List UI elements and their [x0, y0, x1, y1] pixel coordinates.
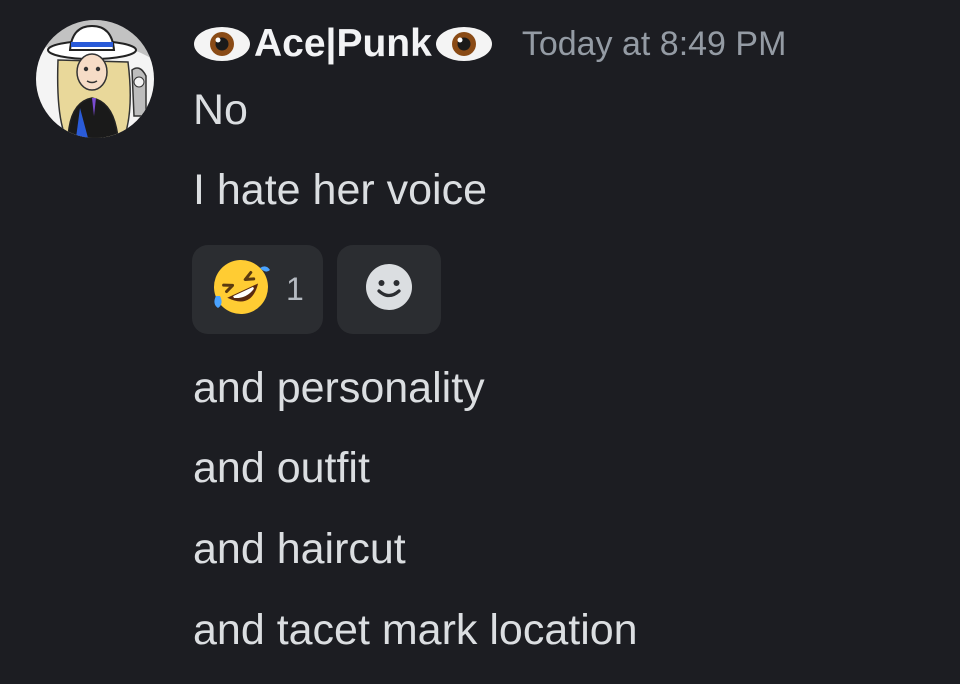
message-text: No	[193, 86, 248, 134]
message-text: I hate her voice	[193, 166, 488, 214]
reaction-button[interactable]: 1	[192, 245, 323, 334]
message-text: and haircut	[193, 525, 406, 573]
reactions-bar: 1	[192, 245, 441, 334]
message-header: Ace|Punk Today at 8:49 PM	[192, 14, 786, 74]
add-reaction-smiley-icon	[364, 262, 414, 317]
add-reaction-button[interactable]	[337, 245, 441, 334]
message-text: and tacet mark location	[193, 606, 638, 654]
reaction-count: 1	[286, 271, 304, 307]
message-group: Ace|Punk Today at 8:49 PM No I hate her …	[0, 0, 960, 684]
user-avatar[interactable]	[36, 20, 154, 138]
rolling-on-floor-laughing-emoji-icon	[210, 256, 272, 323]
author-username[interactable]: Ace|Punk	[254, 22, 432, 66]
eye-icon	[192, 24, 252, 64]
message-text: and outfit	[193, 444, 370, 492]
message-text: and personality	[193, 364, 485, 412]
message-timestamp: Today at 8:49 PM	[521, 24, 787, 63]
eye-icon	[434, 24, 494, 64]
